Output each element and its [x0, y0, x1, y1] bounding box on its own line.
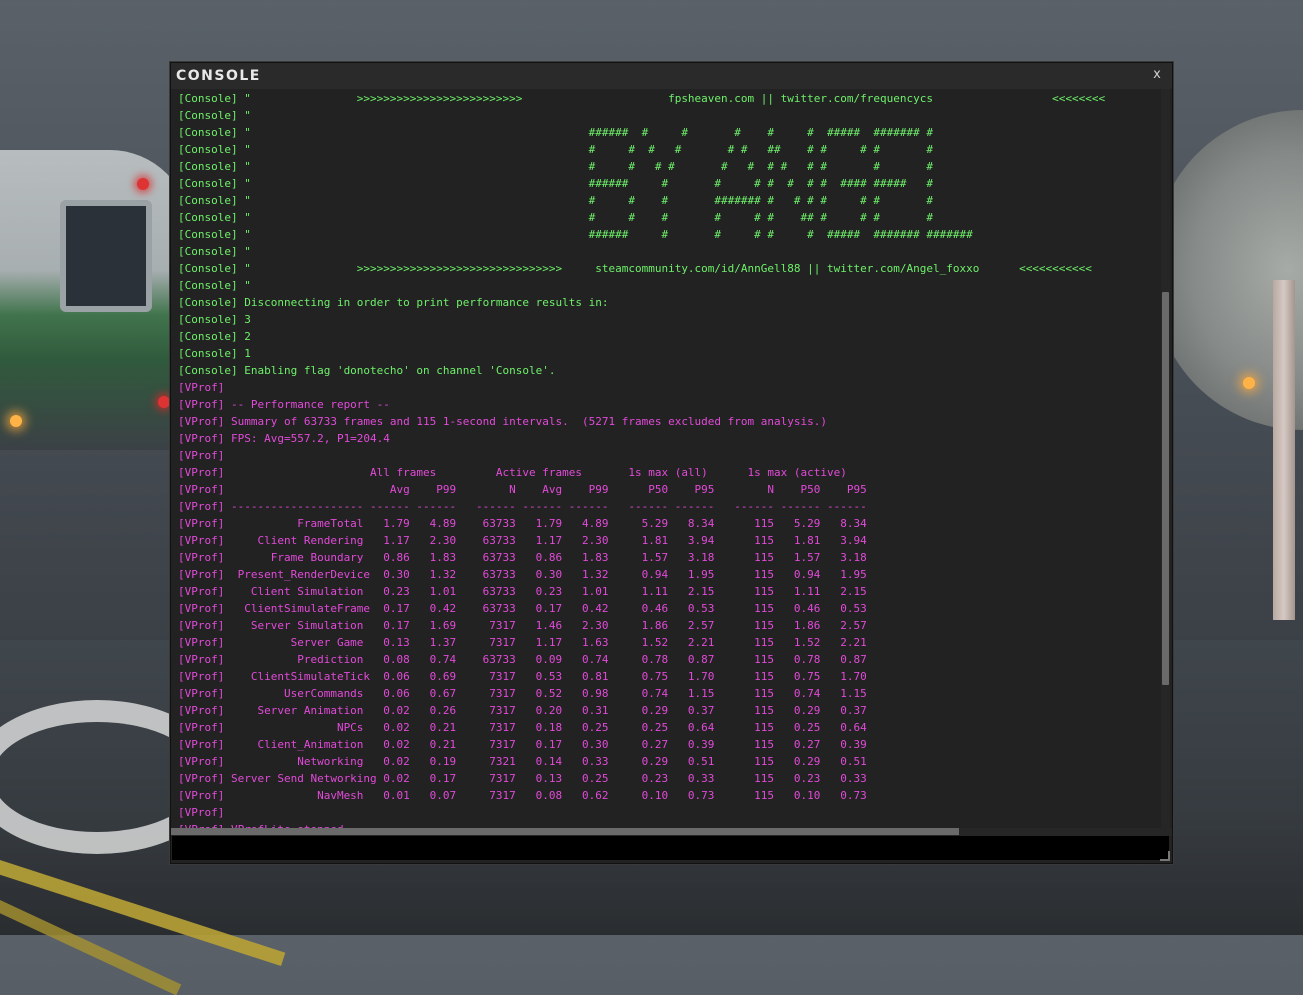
console-window: CONSOLE x [Console] " >>>>>>>>>>>>>>>>>>… — [170, 62, 1173, 864]
background-lamp — [1243, 377, 1255, 389]
background-red-light — [137, 178, 149, 190]
vprof-line: [VProf] Avg P99 N Avg P99 P50 P95 N P50 … — [178, 483, 867, 496]
console-line: [Console] " # # # # # # ## # # # # — [178, 211, 933, 224]
vprof-line: [VProf] Client_Animation 0.02 0.21 7317 … — [178, 738, 867, 751]
vprof-line: [VProf] Server Send Networking 0.02 0.17… — [178, 772, 867, 785]
console-line: [Console] " # # # # # # ## # # # # # — [178, 143, 933, 156]
vprof-line: [VProf] Client Rendering 1.17 2.30 63733… — [178, 534, 867, 547]
vprof-line: [VProf] — [178, 381, 225, 394]
console-line: [Console] " >>>>>>>>>>>>>>>>>>>>>>>>> fp… — [178, 92, 1106, 105]
console-lines: [Console] " >>>>>>>>>>>>>>>>>>>>>>>>> fp… — [178, 90, 1105, 828]
vertical-scrollbar-thumb[interactable] — [1162, 292, 1169, 685]
console-line: [Console] 1 — [178, 347, 251, 360]
console-line: [Console] " # # # ####### # # # # # # # — [178, 194, 933, 207]
vprof-line: [VProf] -- Performance report -- — [178, 398, 390, 411]
close-button[interactable]: x — [1150, 67, 1164, 83]
console-command-input[interactable] — [172, 836, 1169, 860]
background-lamp — [10, 415, 22, 427]
vprof-line: [VProf] Server Animation 0.02 0.26 7317 … — [178, 704, 867, 717]
vprof-line: [VProf] FPS: Avg=557.2, P1=204.4 — [178, 432, 390, 445]
vprof-line: [VProf] Server Simulation 0.17 1.69 7317… — [178, 619, 867, 632]
vprof-line: [VProf] Present_RenderDevice 0.30 1.32 6… — [178, 568, 867, 581]
vprof-line: [VProf] FrameTotal 1.79 4.89 63733 1.79 … — [178, 517, 867, 530]
console-line: [Console] " ###### # # # # # # # #### ##… — [178, 177, 933, 190]
console-line: [Console] " — [178, 279, 251, 292]
console-line: [Console] " # # # # # # # # # # # # — [178, 160, 933, 173]
console-line: [Console] " >>>>>>>>>>>>>>>>>>>>>>>>>>>>… — [178, 262, 1092, 275]
vprof-line: [VProf] — [178, 806, 225, 819]
console-line: [Console] 2 — [178, 330, 251, 343]
console-line: [Console] " ###### # # # # # ##### #####… — [178, 126, 933, 139]
console-line: [Console] " — [178, 109, 251, 122]
vprof-line: [VProf] ClientSimulateTick 0.06 0.69 731… — [178, 670, 867, 683]
console-line: [Console] " ###### # # # # # ##### #####… — [178, 228, 973, 241]
vprof-line: [VProf] UserCommands 0.06 0.67 7317 0.52… — [178, 687, 867, 700]
horizontal-scrollbar-thumb[interactable] — [171, 828, 959, 835]
console-title: CONSOLE — [176, 68, 261, 84]
background-red-light — [158, 396, 170, 408]
vprof-line: [VProf] ClientSimulateFrame 0.17 0.42 63… — [178, 602, 867, 615]
background-train-window — [60, 200, 152, 312]
vprof-line: [VProf] NPCs 0.02 0.21 7317 0.18 0.25 0.… — [178, 721, 867, 734]
vprof-line: [VProf] Client Simulation 0.23 1.01 6373… — [178, 585, 867, 598]
vprof-line: [VProf] Prediction 0.08 0.74 63733 0.09 … — [178, 653, 867, 666]
vprof-line: [VProf] — [178, 449, 225, 462]
vprof-line: [VProf] Networking 0.02 0.19 7321 0.14 0… — [178, 755, 867, 768]
console-line: [Console] Enabling flag 'donotecho' on c… — [178, 364, 556, 377]
vprof-line: [VProf] VProfLite stopped. — [178, 821, 1105, 828]
console-line: [Console] 3 — [178, 313, 251, 326]
vprof-line: [VProf] Frame Boundary 0.86 1.83 63733 0… — [178, 551, 867, 564]
vprof-line: [VProf] All frames Active frames 1s max … — [178, 466, 847, 479]
console-line: [Console] Disconnecting in order to prin… — [178, 296, 609, 309]
vprof-line: [VProf] Summary of 63733 frames and 115 … — [178, 415, 828, 428]
vprof-line: [VProf] Server Game 0.13 1.37 7317 1.17 … — [178, 636, 867, 649]
console-titlebar[interactable]: CONSOLE x — [171, 63, 1172, 89]
background-pillar — [1273, 280, 1295, 620]
console-line: [Console] " — [178, 245, 251, 258]
vprof-line: [VProf] NavMesh 0.01 0.07 7317 0.08 0.62… — [178, 789, 867, 802]
vprof-line: [VProf] -------------------- ------ ----… — [178, 500, 867, 513]
resize-handle[interactable] — [1160, 851, 1170, 861]
console-output[interactable]: [Console] " >>>>>>>>>>>>>>>>>>>>>>>>> fp… — [171, 89, 1163, 828]
